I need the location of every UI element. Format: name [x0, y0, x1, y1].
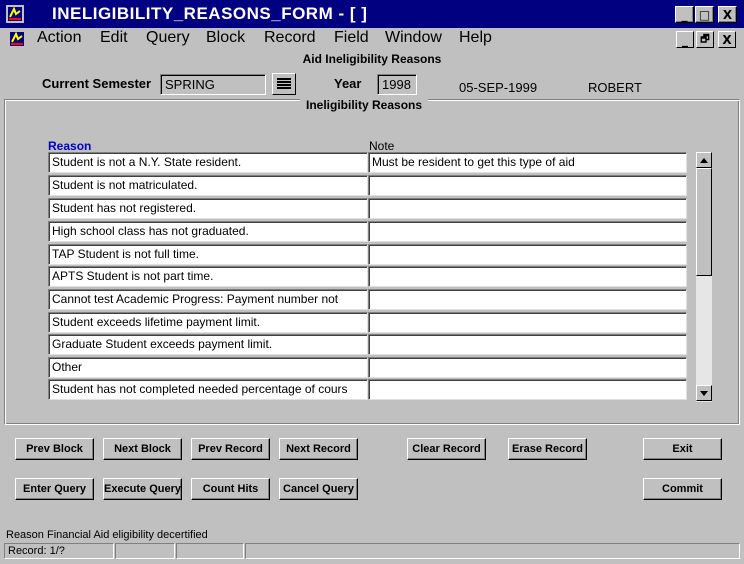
reason-cell[interactable]: Graduate Student exceeds payment limit.	[48, 334, 368, 355]
reason-cell[interactable]: Student has not registered.	[48, 198, 368, 219]
cancel-query-button[interactable]: Cancel Query	[279, 478, 358, 500]
menu-edit[interactable]: Edit	[100, 28, 128, 48]
mdi-close-button[interactable]: X	[718, 31, 736, 48]
next-block-button[interactable]: Next Block	[103, 438, 182, 460]
close-button[interactable]: X	[718, 6, 737, 23]
scrollbar-thumb[interactable]	[696, 168, 712, 276]
reason-cell[interactable]: Student has not completed needed percent…	[48, 379, 368, 400]
close-icon: X	[722, 32, 732, 47]
note-cell[interactable]	[368, 244, 687, 265]
semester-field[interactable]: SPRING	[160, 74, 266, 95]
reason-cell[interactable]: TAP Student is not full time.	[48, 244, 368, 265]
note-cell[interactable]	[368, 221, 687, 242]
reason-cell[interactable]: Cannot test Academic Progress: Payment n…	[48, 289, 368, 310]
menu-field[interactable]: Field	[334, 28, 369, 48]
column-header-note: Note	[369, 139, 395, 153]
window-title: INELIGIBILITY_REASONS_FORM - [ ]	[52, 4, 368, 23]
scroll-down-button[interactable]	[696, 385, 712, 401]
menu-help[interactable]: Help	[459, 28, 492, 48]
restore-icon: 🗗	[700, 33, 710, 45]
scroll-up-button[interactable]	[696, 152, 712, 168]
note-cell[interactable]	[368, 289, 687, 310]
menu-action[interactable]: Action	[37, 28, 81, 48]
note-cell[interactable]	[368, 379, 687, 400]
minimize-button[interactable]: _	[675, 6, 694, 23]
prev-block-button[interactable]: Prev Block	[15, 438, 94, 460]
exit-button[interactable]: Exit	[643, 438, 722, 460]
status-message: Reason Financial Aid eligibility decerti…	[6, 529, 208, 541]
title-bar: INELIGIBILITY_REASONS_FORM - [ ] _ □ X	[0, 0, 744, 28]
note-cell[interactable]	[368, 312, 687, 333]
clear-record-button[interactable]: Clear Record	[407, 438, 486, 460]
erase-record-button[interactable]: Erase Record	[508, 438, 587, 460]
menu-block[interactable]: Block	[206, 28, 245, 48]
current-date: 05-SEP-1999	[459, 80, 538, 95]
mdi-minimize-button[interactable]: _	[676, 31, 694, 48]
menu-query[interactable]: Query	[146, 28, 190, 48]
mdi-restore-button[interactable]: 🗗	[696, 31, 714, 48]
note-cell[interactable]	[368, 357, 687, 378]
menu-bar: Action Edit Query Block Record Field Win…	[0, 28, 744, 50]
status-cell	[245, 543, 740, 559]
arrow-down-icon	[700, 390, 708, 396]
prev-record-button[interactable]: Prev Record	[191, 438, 270, 460]
note-cell[interactable]	[368, 334, 687, 355]
reason-cell[interactable]: Student is not matriculated.	[48, 175, 368, 196]
document-icon	[8, 30, 26, 48]
status-cell	[176, 543, 244, 559]
year-label: Year	[334, 76, 362, 91]
arrow-up-icon	[700, 157, 708, 163]
menu-record[interactable]: Record	[264, 28, 316, 48]
minimize-icon: _	[682, 32, 688, 47]
reason-cell[interactable]: High school class has not graduated.	[48, 221, 368, 242]
note-cell[interactable]	[368, 175, 687, 196]
column-header-reason: Reason	[48, 139, 92, 153]
reason-cell[interactable]: Student exceeds lifetime payment limit.	[48, 312, 368, 333]
note-cell[interactable]	[368, 266, 687, 287]
form-title: Aid Ineligibility Reasons	[302, 52, 442, 66]
semester-label: Current Semester	[42, 76, 152, 91]
list-icon	[277, 78, 291, 89]
reason-cell[interactable]: Student is not a N.Y. State resident.	[48, 152, 368, 173]
maximize-icon: □	[698, 7, 711, 22]
section-title: Ineligibility Reasons	[300, 98, 429, 112]
menu-window[interactable]: Window	[385, 28, 442, 48]
current-user: ROBERT	[588, 80, 642, 95]
reason-cell[interactable]: Other	[48, 357, 368, 378]
execute-query-button[interactable]: Execute Query	[103, 478, 182, 500]
count-hits-button[interactable]: Count Hits	[191, 478, 270, 500]
app-icon	[6, 5, 24, 23]
reason-cell[interactable]: APTS Student is not part time.	[48, 266, 368, 287]
enter-query-button[interactable]: Enter Query	[15, 478, 94, 500]
note-cell[interactable]: Must be resident to get this type of aid	[368, 152, 687, 173]
commit-button[interactable]: Commit	[643, 478, 722, 500]
next-record-button[interactable]: Next Record	[279, 438, 358, 460]
close-icon: X	[722, 7, 733, 22]
list-of-values-button[interactable]	[272, 73, 296, 95]
maximize-button[interactable]: □	[695, 6, 714, 23]
minimize-icon: _	[681, 7, 688, 22]
year-field[interactable]: 1998	[377, 74, 417, 95]
note-cell[interactable]	[368, 198, 687, 219]
record-indicator: Record: 1/?	[4, 543, 114, 559]
status-cell	[115, 543, 175, 559]
